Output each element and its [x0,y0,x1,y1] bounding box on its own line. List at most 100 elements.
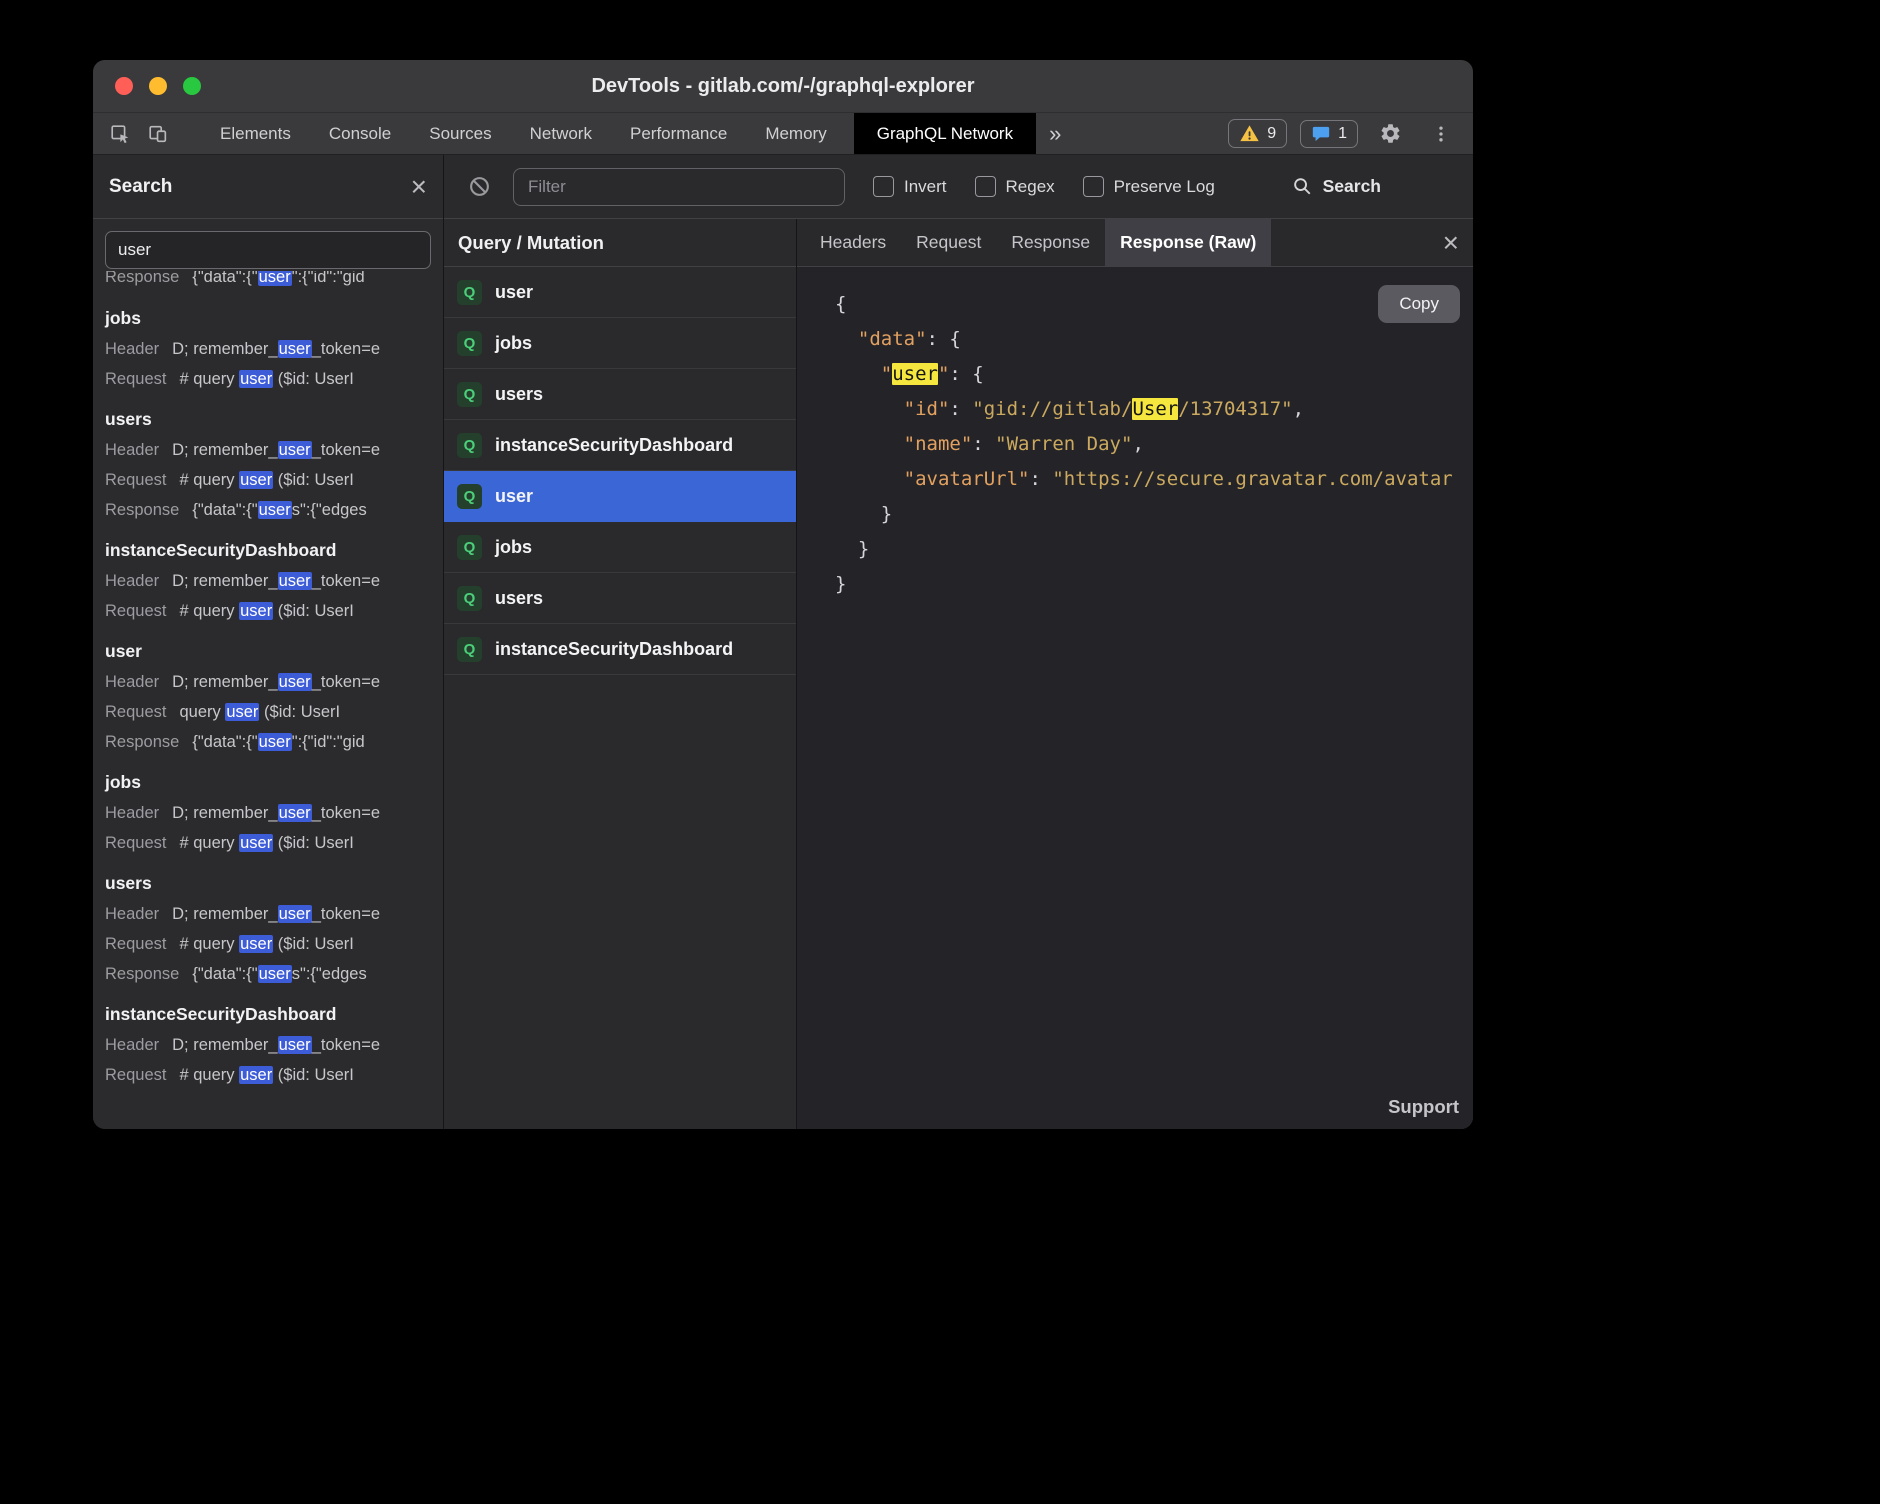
search-results-list: jobsHeaderD; remember_user_token=eReques… [93,293,443,1129]
search-result-line[interactable]: HeaderD; remember_user_token=e [105,798,431,828]
query-name: instanceSecurityDashboard [495,435,733,456]
result-line-label: Header [105,1030,159,1060]
more-tabs-chevron[interactable]: » [1036,113,1074,154]
toolbar-search-button[interactable]: Search [1292,176,1381,197]
search-input[interactable] [105,231,431,269]
devtools-tab-network[interactable]: Network [511,113,611,154]
response-tab-headers[interactable]: Headers [805,219,901,266]
settings-gear-icon[interactable] [1371,122,1410,145]
result-line-text: {"data":{"user":{"id":"gid [192,727,364,757]
result-line-text: # query user ($id: UserI [179,596,353,626]
json-line: } [835,532,1473,567]
close-details-icon[interactable]: × [1443,229,1459,257]
minimize-window-button[interactable] [149,77,167,95]
query-list-panel: Query / Mutation QuserQjobsQusersQinstan… [444,219,797,1129]
response-tab-request[interactable]: Request [901,219,996,266]
response-tab-response-raw[interactable]: Response (Raw) [1105,219,1271,266]
search-result-line[interactable]: Request# query user ($id: UserI [105,1060,431,1090]
search-result-line[interactable]: HeaderD; remember_user_token=e [105,566,431,596]
checkbox-box-invert[interactable] [873,176,894,197]
inspect-element-icon[interactable] [101,113,139,154]
result-line-text: D; remember_user_token=e [172,334,380,364]
device-toolbar-icon[interactable] [139,113,177,154]
search-result-line[interactable]: Request# query user ($id: UserI [105,929,431,959]
devtools-tab-memory[interactable]: Memory [746,113,845,154]
search-result-line[interactable]: HeaderD; remember_user_token=e [105,334,431,364]
result-line-text: D; remember_user_token=e [172,899,380,929]
checkbox-label-regex: Regex [1006,177,1055,197]
zoom-window-button[interactable] [183,77,201,95]
result-group-title: users [105,406,431,432]
checkbox-regex[interactable]: Regex [975,176,1055,197]
query-item-users[interactable]: Qusers [444,573,796,624]
query-item-user[interactable]: Quser [444,267,796,318]
checkbox-label-preserve-log: Preserve Log [1114,177,1215,197]
query-item-instanceSecurityDashboard[interactable]: QinstanceSecurityDashboard [444,420,796,471]
search-result-line[interactable]: Request# query user ($id: UserI [105,596,431,626]
search-match-highlight: user [278,340,312,358]
devtools-tab-sources[interactable]: Sources [410,113,510,154]
search-match-highlight: user [278,572,312,590]
result-line-label: Request [105,697,166,727]
search-match-highlight: user [278,1036,312,1054]
query-item-instanceSecurityDashboard[interactable]: QinstanceSecurityDashboard [444,624,796,675]
devtools-tab-elements[interactable]: Elements [201,113,310,154]
search-match-highlight: user [258,965,292,983]
warnings-badge[interactable]: 9 [1228,119,1287,148]
query-type-icon: Q [457,331,482,356]
search-result-line[interactable]: Header D; remember_user_token=e [105,1030,431,1060]
result-line-label: Header [105,798,159,828]
clipped-result-line[interactable]: Response{"data":{"user":{"id":"gid [93,271,443,293]
search-result-line[interactable]: Response{"data":{"user":{"id":"gid [105,271,431,292]
json-viewer: {"data": {"user": {"id": "gid://gitlab/U… [835,287,1473,602]
search-result-line[interactable]: Response{"data":{"users":{"edges [105,495,431,525]
search-panel-title: Search [109,176,172,198]
message-icon [1311,124,1331,144]
issues-badge[interactable]: 1 [1300,120,1358,148]
checkbox-box-regex[interactable] [975,176,996,197]
tab-graphql-network[interactable]: GraphQL Network [854,113,1036,154]
close-window-button[interactable] [115,77,133,95]
response-tabs-list: HeadersRequestResponseResponse (Raw) [805,219,1271,266]
checkbox-preserve-log[interactable]: Preserve Log [1083,176,1215,197]
search-match-highlight: user [239,834,273,852]
checkbox-box-preserve-log[interactable] [1083,176,1104,197]
query-item-jobs[interactable]: Qjobs [444,522,796,573]
result-line-text: D; remember_user_token=e [172,1030,380,1060]
search-result-line[interactable]: Requestquery user ($id: UserI [105,697,431,727]
copy-button[interactable]: Copy [1378,285,1460,323]
search-result-line[interactable]: Request# query user ($id: UserI [105,828,431,858]
result-line-text: # query user ($id: UserI [179,1060,353,1090]
result-line-label: Request [105,828,166,858]
search-result-line[interactable]: Request# query user ($id: UserI [105,364,431,394]
search-result-line[interactable]: Response{"data":{"users":{"edges [105,959,431,989]
result-line-label: Header [105,566,159,596]
search-result-group: usersHeaderD; remember_user_token=eReque… [105,870,431,989]
result-line-text: {"data":{"users":{"edges [192,495,366,525]
filter-input[interactable] [513,168,845,206]
result-line-text: {"data":{"users":{"edges [192,959,366,989]
search-match-highlight: user [239,1066,273,1084]
response-tabs: HeadersRequestResponseResponse (Raw) × [797,219,1473,267]
search-result-line[interactable]: HeaderD; remember_user_token=e [105,435,431,465]
warning-icon [1239,123,1260,144]
search-result-line[interactable]: Response{"data":{"user":{"id":"gid [105,727,431,757]
search-result-line[interactable]: HeaderD; remember_user_token=e [105,667,431,697]
result-line-label: Request [105,364,166,394]
devtools-window: DevTools - gitlab.com/-/graphql-explorer… [93,60,1473,1129]
support-link[interactable]: Support [1388,1096,1459,1118]
query-item-user[interactable]: Quser [444,471,796,522]
devtools-tab-performance[interactable]: Performance [611,113,746,154]
clear-icon[interactable] [460,175,499,198]
search-result-line[interactable]: HeaderD; remember_user_token=e [105,899,431,929]
query-item-jobs[interactable]: Qjobs [444,318,796,369]
devtools-tab-console[interactable]: Console [310,113,410,154]
kebab-menu-icon[interactable] [1423,123,1459,145]
checkbox-invert[interactable]: Invert [873,176,947,197]
query-item-users[interactable]: Qusers [444,369,796,420]
response-tab-response[interactable]: Response [996,219,1105,266]
close-search-icon[interactable]: × [411,173,427,201]
result-line-label: Response [105,271,179,292]
json-line: } [835,497,1473,532]
search-result-line[interactable]: Request# query user ($id: UserI [105,465,431,495]
